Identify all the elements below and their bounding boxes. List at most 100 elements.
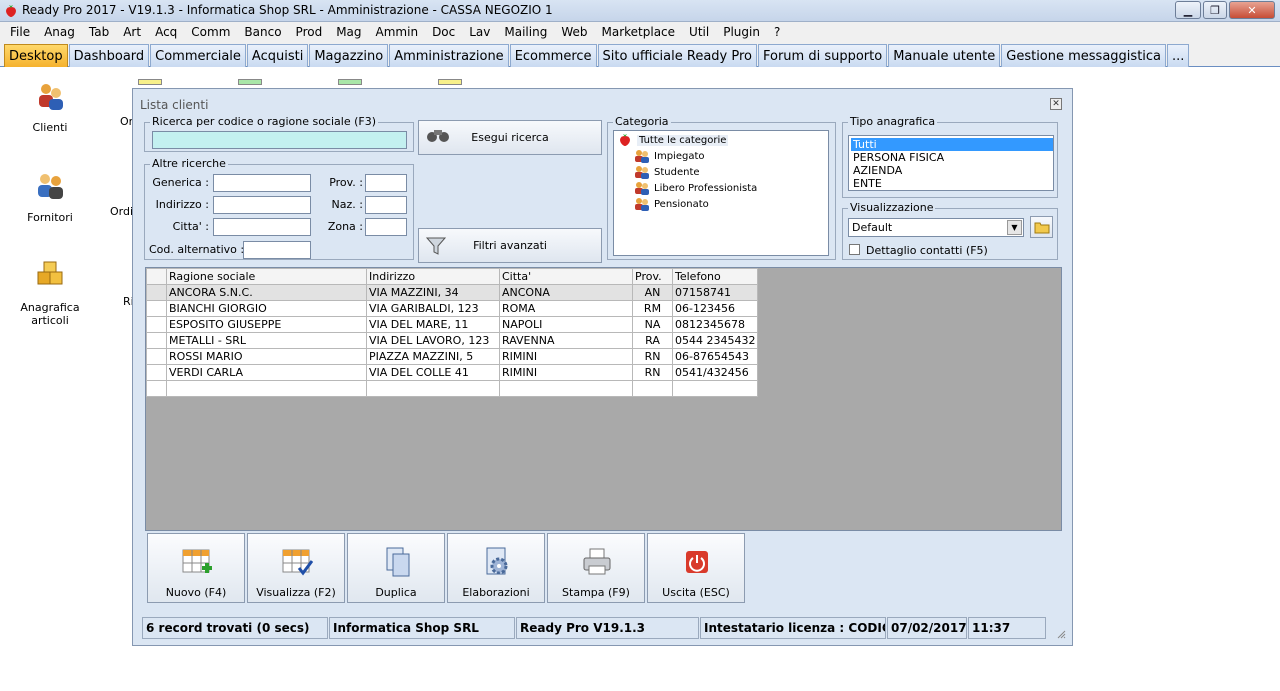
empty-cell xyxy=(166,380,367,397)
tree-item-label: Impiegato xyxy=(654,150,705,162)
menu-prod[interactable]: Prod xyxy=(289,25,330,39)
menu-plugin[interactable]: Plugin xyxy=(716,25,767,39)
cod-alternativo-input[interactable] xyxy=(243,241,311,259)
row-selector[interactable] xyxy=(146,332,167,349)
tab-messaggistica[interactable]: Gestione messaggistica xyxy=(1001,44,1167,67)
column-indirizzo[interactable]: Indirizzo xyxy=(366,268,500,285)
table-row[interactable]: VERDI CARLA VIA DEL COLLE 41 RIMINI RN 0… xyxy=(146,364,759,381)
tipo-option-azienda[interactable]: AZIENDA xyxy=(851,164,1053,177)
menu-mailing[interactable]: Mailing xyxy=(497,25,554,39)
table-row[interactable]: METALLI - SRL VIA DEL LAVORO, 123 RAVENN… xyxy=(146,332,759,349)
prov-input[interactable] xyxy=(365,174,407,192)
uscita-button[interactable]: Uscita (ESC) xyxy=(647,533,745,603)
view-record-icon xyxy=(282,549,313,576)
column-citta[interactable]: Citta' xyxy=(499,268,633,285)
visualizza-button[interactable]: Visualizza (F2) xyxy=(247,533,345,603)
desktop-icon-clienti[interactable]: Clienti xyxy=(0,80,100,134)
tab-magazzino[interactable]: Magazzino xyxy=(309,44,389,67)
tipo-option-persona-fisica[interactable]: PERSONA FISICA xyxy=(851,151,1053,164)
menu-tab[interactable]: Tab xyxy=(82,25,116,39)
table-row-empty[interactable] xyxy=(146,380,759,397)
menu-help[interactable]: ? xyxy=(767,25,787,39)
menu-anag[interactable]: Anag xyxy=(37,25,82,39)
cell-ragione-sociale: ESPOSITO GIUSEPPE xyxy=(166,316,367,333)
elaborazioni-button[interactable]: Elaborazioni xyxy=(447,533,545,603)
row-selector[interactable] xyxy=(146,300,167,317)
menu-file[interactable]: File xyxy=(3,25,37,39)
column-prov[interactable]: Prov. xyxy=(632,268,673,285)
row-selector[interactable] xyxy=(146,316,167,333)
tab-ecommerce[interactable]: Ecommerce xyxy=(509,44,597,67)
search-input[interactable] xyxy=(152,131,407,149)
close-window-button[interactable]: ✕ xyxy=(1229,1,1275,19)
desktop-icon-anagrafica-articoli[interactable]: Anagrafica articoli xyxy=(0,260,100,327)
generica-input[interactable] xyxy=(213,174,311,192)
zona-input[interactable] xyxy=(365,218,407,236)
nuovo-button[interactable]: Nuovo (F4) xyxy=(147,533,245,603)
visualizzazione-value: Default xyxy=(852,221,893,234)
desktop-icon-fornitori[interactable]: Fornitori xyxy=(0,170,100,224)
maximize-button[interactable]: ❐ xyxy=(1203,1,1227,19)
dettaglio-contatti-checkbox[interactable] xyxy=(849,244,860,255)
indirizzo-input[interactable] xyxy=(213,196,311,214)
menu-comm[interactable]: Comm xyxy=(184,25,237,39)
minimize-icon: ▁ xyxy=(1183,3,1193,17)
minimize-button[interactable]: ▁ xyxy=(1175,1,1201,19)
tab-manuale[interactable]: Manuale utente xyxy=(888,44,1001,67)
column-telefono[interactable]: Telefono xyxy=(671,268,759,285)
search-button[interactable]: Esegui ricerca xyxy=(418,120,602,155)
tab-forum[interactable]: Forum di supporto xyxy=(757,44,888,67)
row-selector[interactable] xyxy=(146,348,167,365)
menu-doc[interactable]: Doc xyxy=(425,25,462,39)
menu-banco[interactable]: Banco xyxy=(237,25,288,39)
menu-mag[interactable]: Mag xyxy=(329,25,368,39)
citta-input[interactable] xyxy=(213,218,311,236)
cell-prov: RN xyxy=(632,364,673,381)
naz-input[interactable] xyxy=(365,196,407,214)
tree-item-impiegato[interactable]: Impiegato xyxy=(634,149,704,163)
title-bar: Ready Pro 2017 - V19.1.3 - Informatica S… xyxy=(0,0,1280,22)
row-selector[interactable] xyxy=(146,364,167,381)
chevron-down-icon[interactable]: ▼ xyxy=(1007,220,1022,235)
menu-lav[interactable]: Lav xyxy=(462,25,497,39)
tree-item-studente[interactable]: Studente xyxy=(634,165,700,179)
dialog-close-button[interactable]: ✕ xyxy=(1050,98,1062,110)
table-row[interactable]: ROSSI MARIO PIAZZA MAZZINI, 5 RIMINI RN … xyxy=(146,348,759,365)
row-selector[interactable] xyxy=(146,380,167,397)
tab-sito-ufficiale[interactable]: Sito ufficiale Ready Pro xyxy=(597,44,757,67)
tab-commerciale[interactable]: Commerciale xyxy=(150,44,246,67)
menu-util[interactable]: Util xyxy=(682,25,716,39)
row-selector[interactable] xyxy=(146,284,167,301)
tab-acquisti[interactable]: Acquisti xyxy=(246,44,309,67)
stampa-button[interactable]: Stampa (F9) xyxy=(547,533,645,603)
menu-art[interactable]: Art xyxy=(116,25,148,39)
tree-item-tutte[interactable]: Tutte le categorie xyxy=(617,133,729,147)
tipo-option-ente[interactable]: ENTE xyxy=(851,177,1053,190)
table-row[interactable]: BIANCHI GIORGIO VIA GARIBALDI, 123 ROMA … xyxy=(146,300,759,317)
uscita-label: Uscita (ESC) xyxy=(662,586,730,599)
tab-dashboard[interactable]: Dashboard xyxy=(68,44,150,67)
lista-clienti-dialog: Lista clienti ✕ Ricerca per codice o rag… xyxy=(132,88,1073,646)
menu-web[interactable]: Web xyxy=(554,25,594,39)
table-header-row: Ragione sociale Indirizzo Citta' Prov. T… xyxy=(146,268,759,285)
table-row[interactable]: ANCORA S.N.C. VIA MAZZINI, 34 ANCONA AN … xyxy=(146,284,759,301)
resize-grip-icon[interactable] xyxy=(1056,629,1066,639)
tree-item-pensionato[interactable]: Pensionato xyxy=(634,197,709,211)
tree-item-libero-professionista[interactable]: Libero Professionista xyxy=(634,181,757,195)
table-row[interactable]: ESPOSITO GIUSEPPE VIA DEL MARE, 11 NAPOL… xyxy=(146,316,759,333)
menu-marketplace[interactable]: Marketplace xyxy=(595,25,683,39)
tab-more[interactable]: ... xyxy=(1167,44,1190,67)
visualizzazione-select[interactable]: Default ▼ xyxy=(848,218,1024,237)
cod-alternativo-label: Cod. alternativo : xyxy=(149,243,245,256)
prov-label: Prov. : xyxy=(329,176,363,189)
empty-cell xyxy=(499,380,633,397)
menu-acq[interactable]: Acq xyxy=(148,25,184,39)
tab-amministrazione[interactable]: Amministrazione xyxy=(389,44,509,67)
duplica-button[interactable]: Duplica xyxy=(347,533,445,603)
column-ragione-sociale[interactable]: Ragione sociale xyxy=(166,268,367,285)
menu-ammin[interactable]: Ammin xyxy=(369,25,426,39)
tab-desktop[interactable]: Desktop xyxy=(4,44,68,67)
open-folder-button[interactable] xyxy=(1030,216,1053,238)
tipo-option-tutti[interactable]: Tutti xyxy=(851,138,1053,151)
advanced-filters-button[interactable]: Filtri avanzati xyxy=(418,228,602,263)
